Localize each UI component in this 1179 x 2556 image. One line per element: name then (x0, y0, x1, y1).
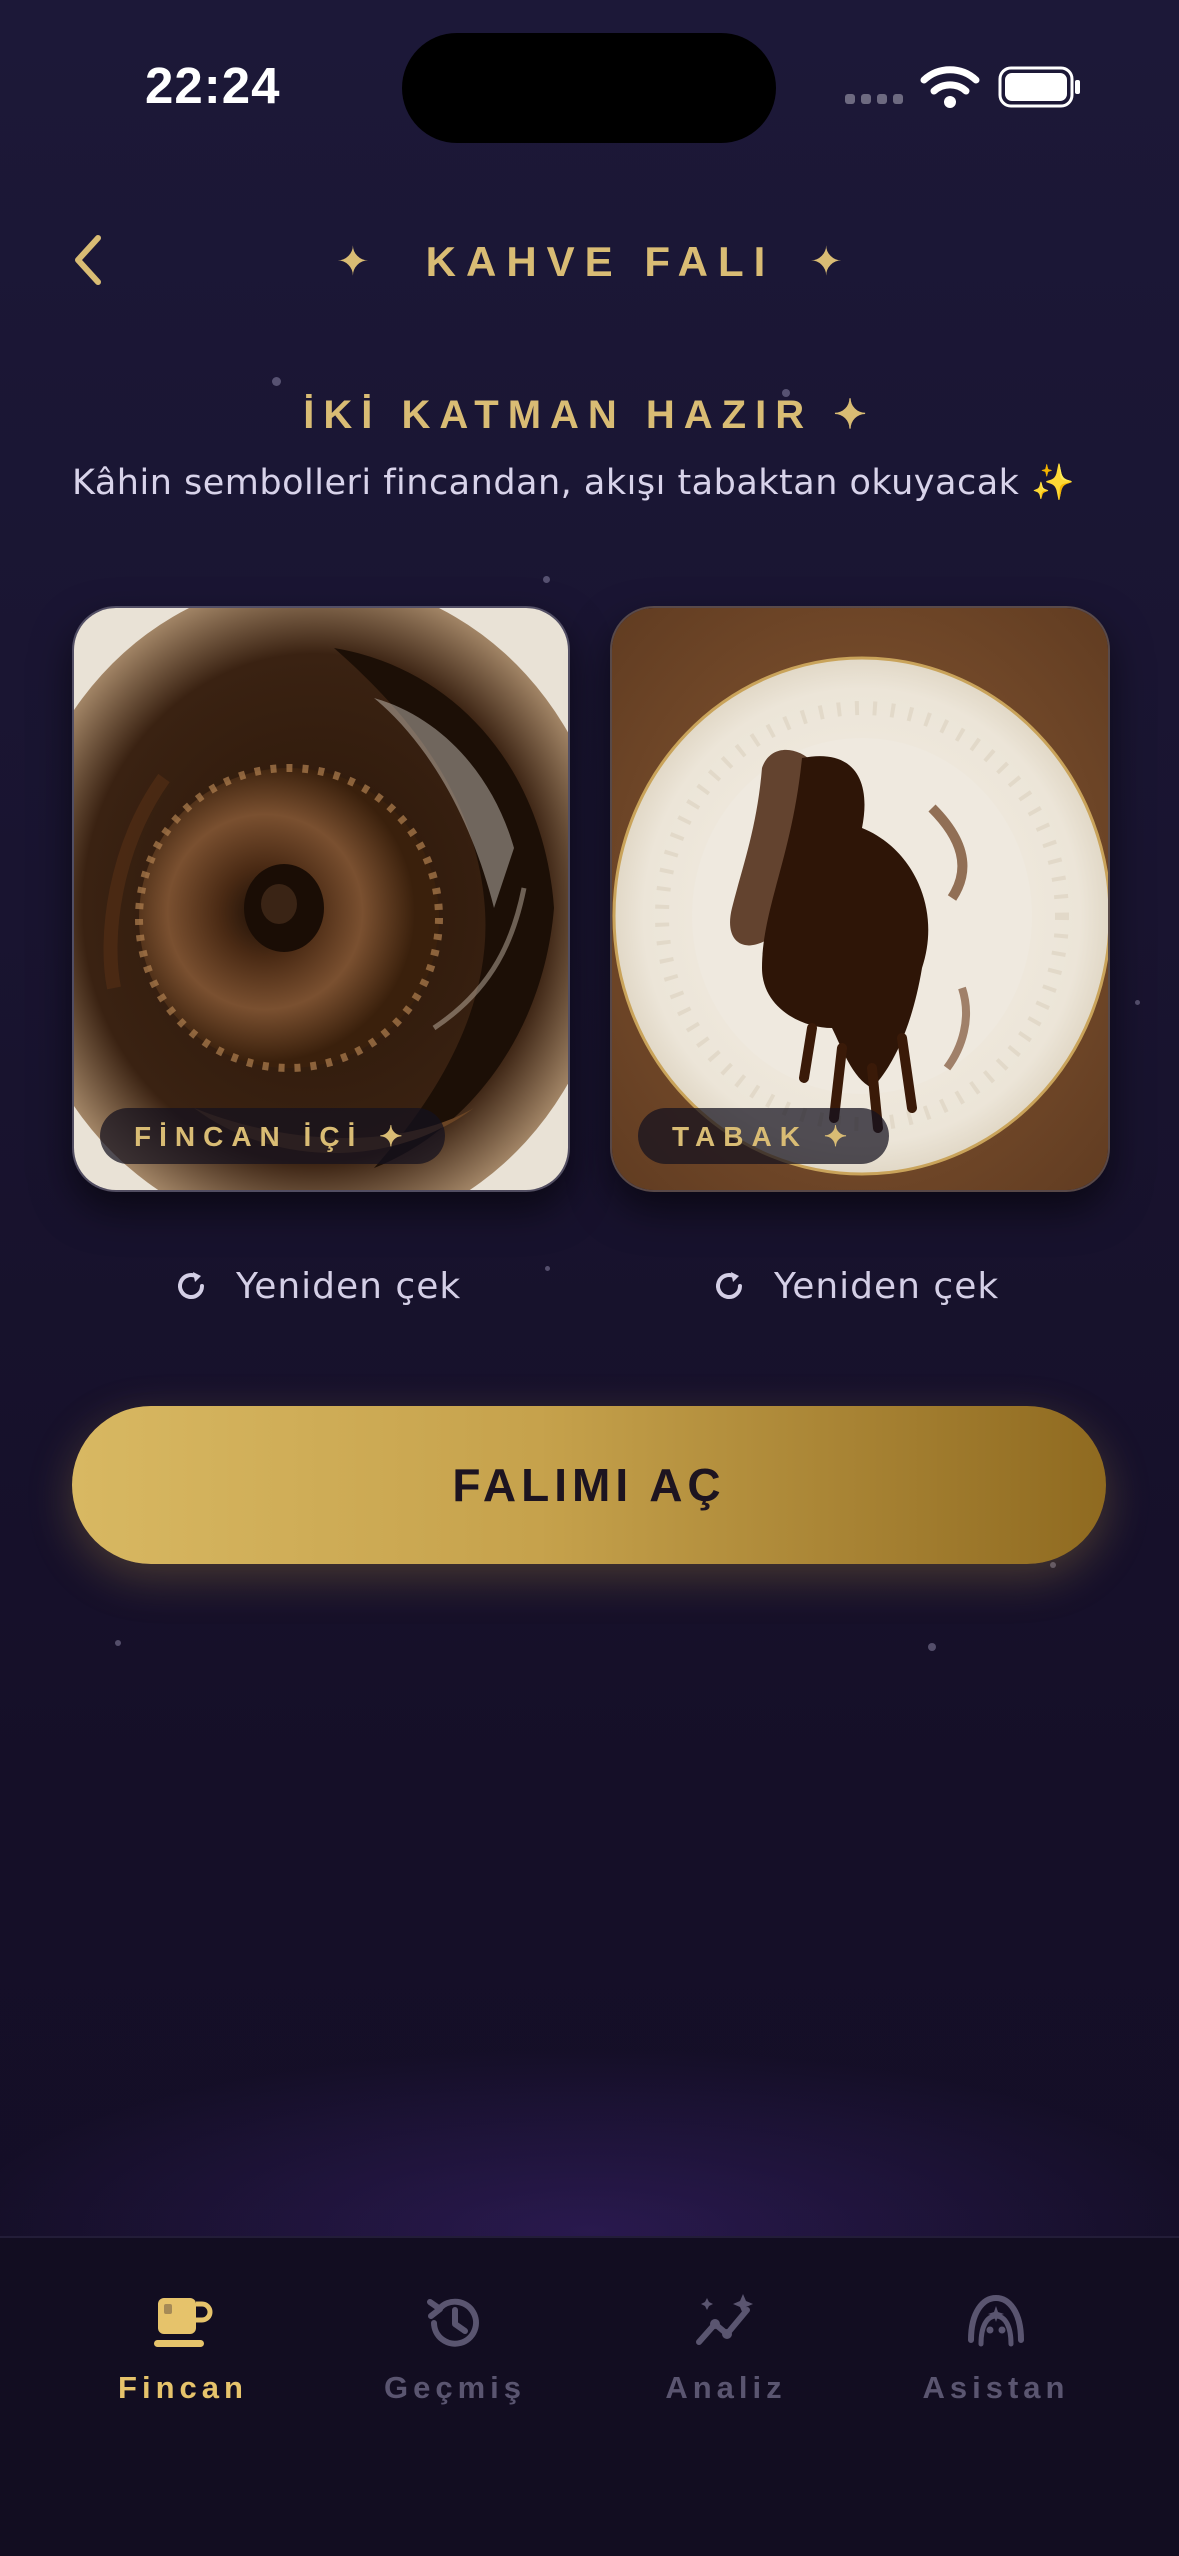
background-star (115, 1640, 121, 1646)
page-title: ✦ KAHVE FALI ✦ (0, 232, 1179, 292)
cup-interior-image (74, 608, 568, 1190)
battery-icon (998, 66, 1080, 108)
saucer-photo-label: TABAK ✦ (638, 1108, 890, 1164)
tab-analiz[interactable]: Analiz (611, 2290, 841, 2420)
ready-description: Kâhin sembolleri fincandan, akışı tabakt… (72, 463, 1076, 503)
tab-label: Analiz (665, 2370, 787, 2405)
tab-fincan[interactable]: Fincan (68, 2290, 298, 2420)
wifi-icon (920, 66, 980, 108)
tab-gecmis[interactable]: Geçmiş (340, 2290, 570, 2420)
cellular-signal-icon (845, 94, 903, 104)
background-star (928, 1643, 936, 1651)
refresh-icon (716, 1272, 742, 1299)
assistant-icon (968, 2294, 1024, 2347)
tab-asistan[interactable]: Asistan (881, 2290, 1111, 2420)
page-title-text: KAHVE FALI (425, 238, 776, 285)
sparkle-icon: ✦ (809, 239, 843, 285)
tab-label: Asistan (922, 2370, 1070, 2405)
analytics-icon (696, 2294, 753, 2345)
retake-cup-label: Yeniden çek (236, 1265, 462, 1307)
tab-label: Fincan (118, 2370, 248, 2405)
status-time: 22:24 (145, 57, 281, 114)
background-star (1135, 1000, 1140, 1005)
saucer-photo[interactable]: TABAK ✦ (610, 606, 1110, 1192)
open-fortune-button[interactable]: FALIMI AÇ (72, 1406, 1106, 1564)
refresh-icon (178, 1272, 204, 1299)
cup-photo-label: FİNCAN İÇİ ✦ (100, 1108, 445, 1164)
background-star (545, 1266, 550, 1271)
background-star (543, 576, 550, 583)
background-star (272, 377, 281, 386)
cup-icon (154, 2298, 213, 2347)
ready-heading: İKİ KATMAN HAZIR ✦ (303, 393, 876, 437)
dynamic-island (402, 33, 776, 143)
cup-photo[interactable]: FİNCAN İÇİ ✦ (72, 606, 570, 1192)
history-icon (427, 2298, 479, 2347)
retake-saucer-label: Yeniden çek (774, 1265, 1000, 1307)
retake-saucer-button[interactable]: Yeniden çek (712, 1258, 999, 1314)
saucer-image (612, 608, 1108, 1190)
retake-cup-button[interactable]: Yeniden çek (174, 1258, 461, 1314)
background-star (1050, 1562, 1056, 1568)
tab-label: Geçmiş (383, 2370, 526, 2405)
sparkle-icon: ✦ (336, 239, 370, 285)
